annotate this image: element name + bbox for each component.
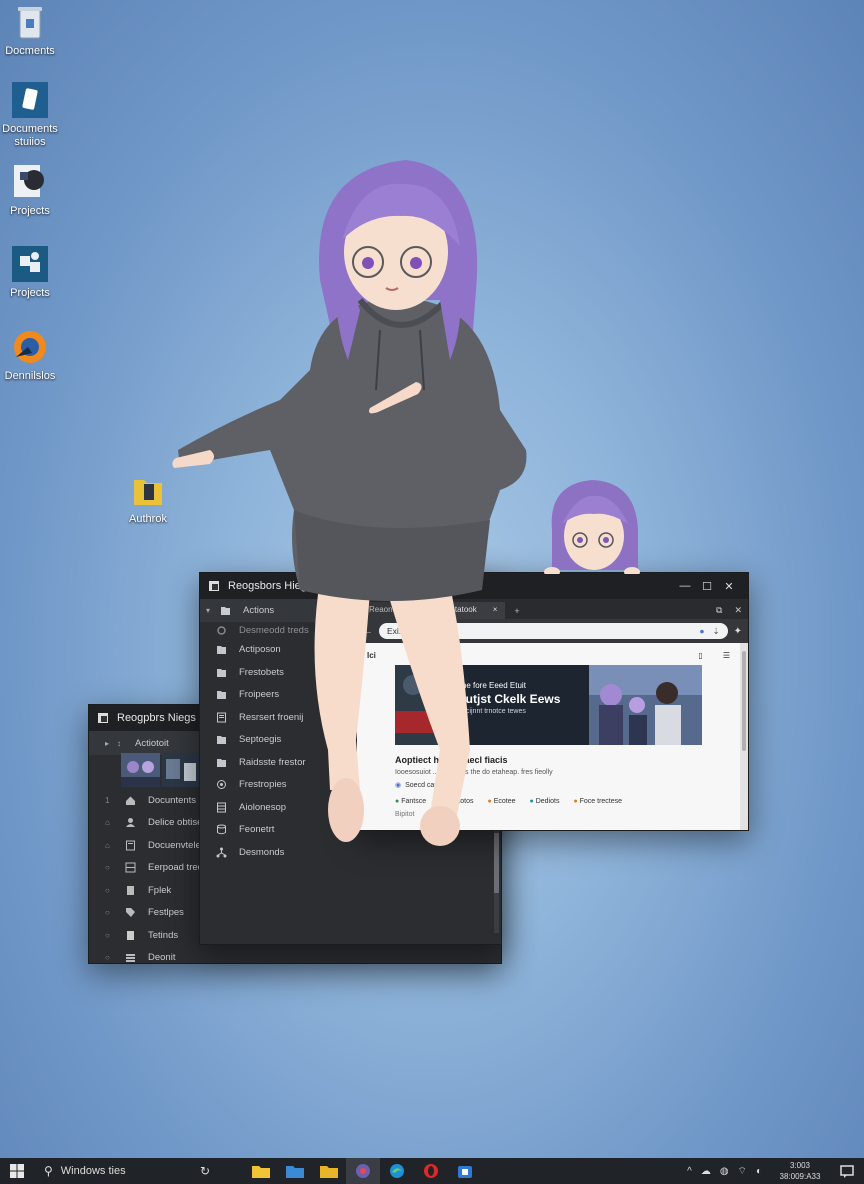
circle-icon: ○ xyxy=(105,930,110,940)
chip-label: Dediots xyxy=(535,798,560,805)
network-icon[interactable]: ◍ xyxy=(720,1166,729,1177)
taskbar-search[interactable]: ⚲ Windows ties ↻ xyxy=(34,1158,220,1184)
close-button[interactable]: ✕ xyxy=(718,580,740,593)
grid-icon xyxy=(125,862,136,873)
folder-icon xyxy=(134,480,162,505)
search-placeholder: Windows ties xyxy=(60,1165,126,1177)
scrollbar-thumb[interactable] xyxy=(742,651,746,751)
anime-girl-small-illustration xyxy=(544,480,640,574)
windows-logo-icon xyxy=(10,1164,24,1178)
app-icon xyxy=(98,713,108,723)
clock-date: 38:009:A33 xyxy=(779,1172,821,1181)
taskbar-edge[interactable] xyxy=(380,1158,414,1184)
expand-icon: ▸ xyxy=(105,738,110,748)
stack-icon xyxy=(126,954,135,963)
tab-search-icon[interactable]: ⧉ xyxy=(710,605,728,619)
desktop-icon-label: Projects xyxy=(10,287,50,299)
home-icon xyxy=(126,796,135,805)
maximize-button[interactable]: ☐ xyxy=(696,580,718,593)
circle-icon: ○ xyxy=(105,863,110,873)
desktop-icon-label: Documents stuiios xyxy=(2,123,58,148)
folder-icon xyxy=(320,1166,338,1178)
search-icon: ⚲ xyxy=(44,1164,53,1178)
folder-icon xyxy=(252,1166,270,1178)
circle-icon: ○ xyxy=(105,953,110,963)
browser-scrollbar[interactable] xyxy=(740,643,748,830)
chip[interactable]: ● Dediots xyxy=(530,798,560,805)
cloud-icon[interactable]: ☁ xyxy=(701,1166,711,1177)
edge-browser-icon xyxy=(390,1164,404,1178)
file-icon xyxy=(127,885,134,895)
puzzle-icon xyxy=(12,246,48,282)
page-icon xyxy=(127,930,134,940)
list-item-label: Festlpes xyxy=(148,907,184,919)
chevron-up-icon[interactable]: ^ xyxy=(687,1166,692,1177)
refresh-icon[interactable]: ↻ xyxy=(200,1164,210,1178)
lock-icon: ⌂ xyxy=(105,818,110,828)
banner-right-image xyxy=(589,665,702,745)
list-item-label: Tetinds xyxy=(148,929,179,941)
chip-dot-icon: ● xyxy=(529,798,534,805)
tab-close-icon[interactable]: ✕ xyxy=(728,605,748,619)
thumbnail-image[interactable] xyxy=(121,753,160,787)
notification-icon xyxy=(840,1165,854,1178)
tag-icon xyxy=(126,908,135,918)
menu-icon[interactable]: ☰ xyxy=(723,651,730,660)
taskbar-app-folder[interactable] xyxy=(312,1158,346,1184)
user-icon xyxy=(126,818,135,828)
clock[interactable]: 3:003 38:009:A33 xyxy=(770,1160,830,1182)
recycle-bin-icon xyxy=(18,7,42,39)
taskbar-app-active[interactable] xyxy=(346,1158,380,1184)
list-item-label: Deonit xyxy=(148,952,176,964)
anime-girl-illustration xyxy=(172,160,527,846)
list-item[interactable]: ○ Deonit xyxy=(89,947,289,970)
list-item-label: Fplek xyxy=(148,884,172,896)
bookmark-icon[interactable]: ▯ xyxy=(698,651,702,660)
taskbar-store[interactable] xyxy=(448,1158,482,1184)
desktop-icon-projects-2[interactable]: Projects xyxy=(0,244,62,300)
taskbar: ⚲ Windows ties ↻ ^ ☁ ◍ ⌔ ◐ 3:003 38:009:… xyxy=(0,1158,864,1184)
lock-icon: ⌂ xyxy=(105,840,110,850)
microphone-icon[interactable]: ● xyxy=(699,626,704,636)
extensions-icon[interactable]: ✦ xyxy=(734,626,742,637)
desktop-icon-recycle-bin[interactable]: Docments xyxy=(0,2,62,58)
taskbar-app-files[interactable] xyxy=(278,1158,312,1184)
desktop-icon-label: Projects xyxy=(10,205,50,217)
download-icon[interactable]: ⇣ xyxy=(712,626,719,637)
desktop-icon-label: Dennilslos xyxy=(4,370,56,382)
opera-browser-icon xyxy=(424,1164,438,1178)
chip[interactable]: ● Foce trectese xyxy=(573,798,622,805)
desktop-icon-projects[interactable]: Projects xyxy=(0,162,62,218)
system-tray: ^ ☁ ◍ ⌔ ◐ xyxy=(687,1165,770,1178)
chip-dot-icon: ● xyxy=(573,798,578,805)
chip-label: Foce trectese xyxy=(579,798,623,805)
phone-app-icon xyxy=(12,82,48,118)
app-circle-icon xyxy=(356,1164,370,1178)
wifi-icon[interactable]: ⌔ xyxy=(738,1165,747,1178)
store-icon xyxy=(458,1166,472,1178)
start-button[interactable] xyxy=(0,1158,34,1184)
desktop-icon-browser[interactable]: Dennilslos xyxy=(0,327,62,383)
volume-icon[interactable]: ◐ xyxy=(756,1166,762,1177)
minimize-button[interactable]: — xyxy=(674,580,696,592)
row-number: 1 xyxy=(105,795,110,805)
desktop-icon-documents-studios[interactable]: Documents stuiios xyxy=(0,80,62,149)
arrow-icon: ↕ xyxy=(117,738,121,748)
circle-icon: ○ xyxy=(105,885,110,895)
circle-icon: ○ xyxy=(105,908,110,918)
taskbar-opera[interactable] xyxy=(414,1158,448,1184)
desktop-icon-label: Docments xyxy=(5,45,55,57)
document-icon xyxy=(126,840,135,851)
clock-time: 3:003 xyxy=(789,1161,811,1170)
back-window-header: Actiotoit xyxy=(135,737,169,749)
taskbar-file-explorer[interactable] xyxy=(244,1158,278,1184)
notification-button[interactable] xyxy=(830,1158,864,1184)
projects-icon xyxy=(14,165,44,197)
files-icon xyxy=(286,1166,304,1178)
browser-globe-icon xyxy=(14,331,46,363)
